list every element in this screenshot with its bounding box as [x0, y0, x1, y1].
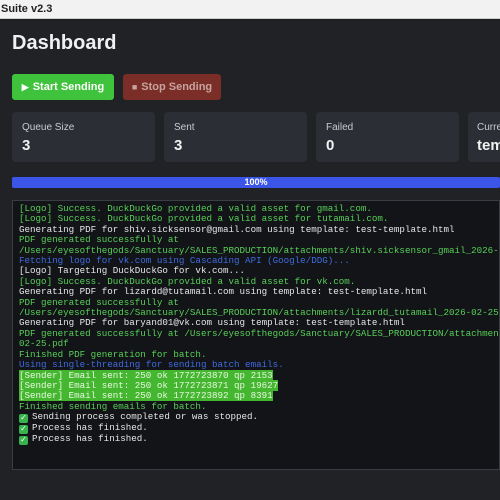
progress-label: 100%	[244, 177, 268, 187]
failed-card: Failed 0	[316, 112, 459, 162]
window-title: Suite v2.3	[1, 3, 53, 15]
log-line-text: Process has finished.	[32, 433, 148, 445]
stop-sending-label: Stop Sending	[141, 81, 213, 93]
play-icon: ▶	[21, 81, 29, 92]
dashboard-panel: Dashboard ▶ Start Sending ■ Stop Sending…	[0, 20, 500, 500]
checkmark-icon: ✓	[19, 436, 28, 446]
checkmark-icon: ✓	[19, 414, 28, 424]
window-titlebar: Suite v2.3	[0, 0, 500, 19]
log-line: Using single-threading for sending batch…	[19, 359, 284, 371]
current-template-label: Curre	[477, 122, 500, 133]
log-line-text: Process has finished.	[32, 422, 148, 434]
sent-value: 3	[174, 137, 183, 154]
failed-value: 0	[326, 137, 335, 154]
current-template-value: tem	[477, 137, 500, 154]
sent-label: Sent	[174, 122, 195, 133]
stop-sending-button[interactable]: ■ Stop Sending	[123, 74, 221, 100]
log-line-text: Sending process completed or was stopped…	[32, 411, 259, 423]
progress-bar: 100%	[12, 177, 500, 188]
page-title: Dashboard	[12, 32, 117, 54]
sent-card: Sent 3	[164, 112, 307, 162]
log-line-text: [Sender] Email sent: 250 ok 1772723892 q…	[19, 390, 273, 402]
queue-size-card: Queue Size 3	[12, 112, 155, 162]
checkmark-icon: ✓	[19, 425, 28, 435]
start-sending-label: Start Sending	[32, 81, 105, 93]
queue-size-label: Queue Size	[22, 122, 75, 133]
stop-icon: ■	[131, 82, 138, 92]
current-template-card: Curre tem	[468, 112, 500, 162]
start-sending-button[interactable]: ▶ Start Sending	[12, 74, 114, 100]
failed-label: Failed	[326, 122, 354, 133]
queue-size-value: 3	[22, 137, 31, 154]
log-console[interactable]: [Logo] Success. DuckDuckGo provided a va…	[12, 200, 500, 470]
log-line: ✓ Process has finished.	[19, 433, 493, 446]
log-line-text: [Sender] Email sent: 250 ok 1772723870 q…	[19, 369, 273, 381]
log-line: PDF generated successfully at /Users/eye…	[19, 327, 500, 339]
log-line-text: [Sender] Email sent: 250 ok 1772723871 q…	[19, 379, 279, 391]
